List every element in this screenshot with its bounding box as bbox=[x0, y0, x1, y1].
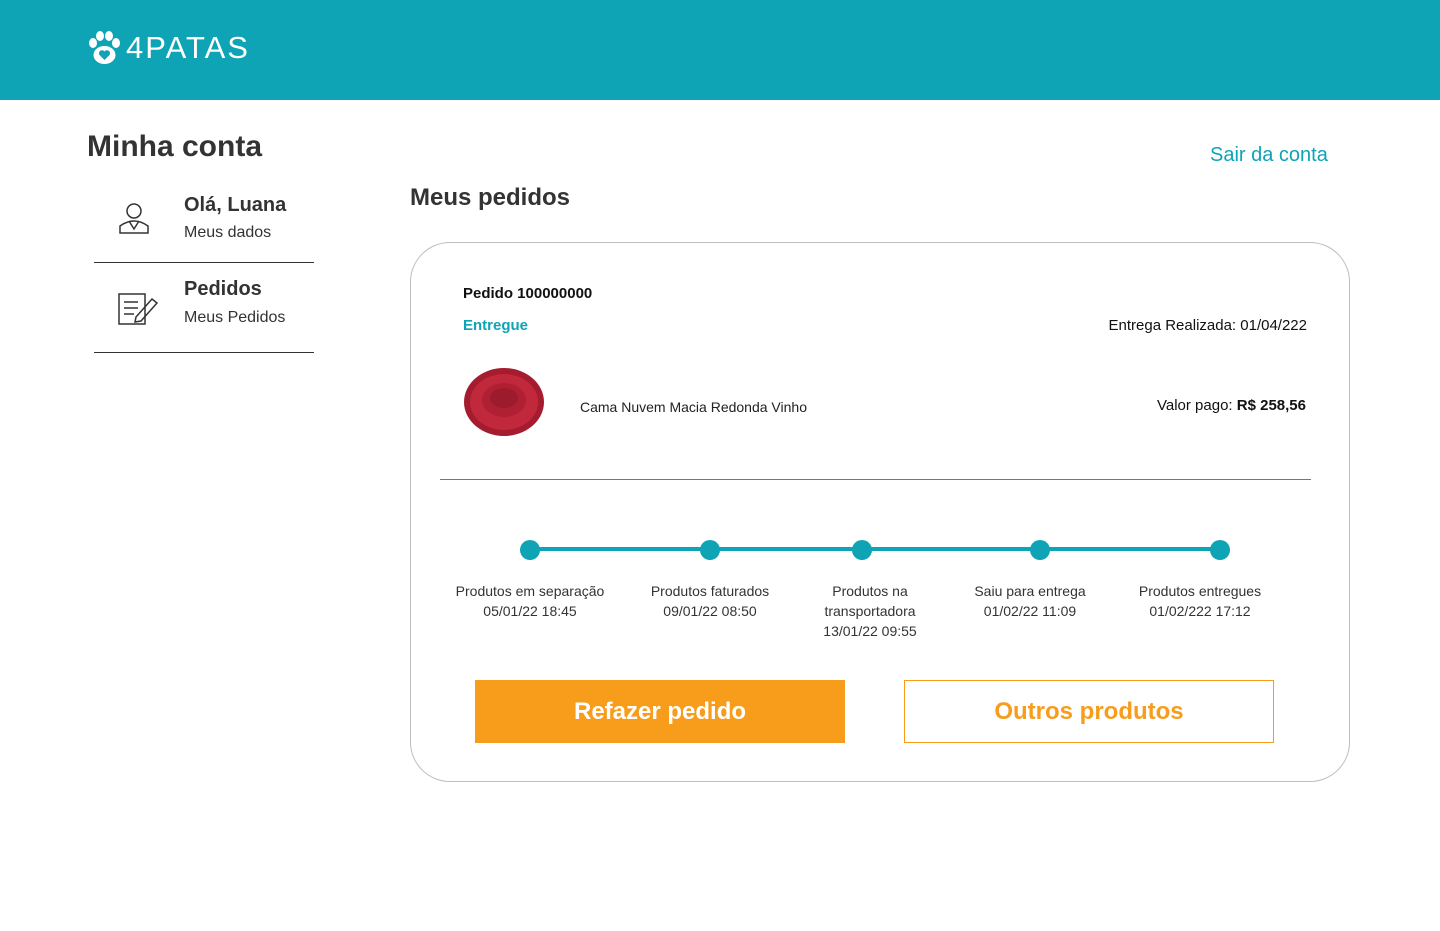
tracking-step-text: Saiu para entrega bbox=[974, 583, 1086, 599]
user-icon bbox=[119, 203, 149, 234]
tracking-step-text: Produtos entregues bbox=[1138, 583, 1262, 599]
logo[interactable]: 4PATAS bbox=[86, 30, 250, 66]
delivery-date: Entrega Realizada: 01/04/222 bbox=[1108, 317, 1307, 334]
tracking-step-date: 09/01/22 08:50 bbox=[663, 603, 757, 619]
order-status: Entregue bbox=[463, 317, 529, 334]
tracking-step-date: 01/02/222 17:12 bbox=[1149, 603, 1251, 619]
logo-text: 4PATAS bbox=[126, 30, 250, 65]
product-image[interactable] bbox=[463, 365, 545, 437]
tracking-step: Produtos entregues 01/02/222 17:12 bbox=[1110, 581, 1290, 621]
sidebar-item-subtitle: Meus Pedidos bbox=[184, 309, 286, 326]
paid-label: Valor pago: bbox=[1156, 397, 1233, 414]
reorder-button[interactable]: Refazer pedido bbox=[475, 680, 845, 743]
tracking-dot bbox=[700, 540, 720, 560]
sidebar-item-profile[interactable]: Olá, Luana Meus dados bbox=[94, 188, 314, 263]
sidebar-item-subtitle: Meus dados bbox=[184, 224, 272, 241]
sidebar-item-title: Pedidos bbox=[184, 278, 262, 300]
order-card: Pedido 100000000 Entregue Entrega Realiz… bbox=[410, 242, 1350, 782]
divider bbox=[440, 479, 1311, 480]
tracking-step-text: Produtos em separação bbox=[455, 583, 605, 599]
order-number: Pedido 100000000 bbox=[463, 285, 593, 302]
tracking-dot bbox=[1030, 540, 1050, 560]
tracking-line bbox=[530, 547, 1220, 551]
tracking-step-text: Produtos faturados bbox=[650, 583, 770, 599]
paid-value: Valor pago: R$ 258,56 bbox=[1157, 397, 1306, 414]
tracking-step: Produtos faturados 09/01/22 08:50 bbox=[620, 581, 800, 621]
page-title: Minha conta bbox=[87, 130, 263, 163]
tracking-dot bbox=[852, 540, 872, 560]
logout-link[interactable]: Sair da conta bbox=[1210, 144, 1328, 167]
tracking-step: Saiu para entrega 01/02/22 11:09 bbox=[940, 581, 1120, 621]
tracking-step: Produtos na transportadora 13/01/22 09:5… bbox=[780, 581, 960, 641]
paid-amount: R$ 258,56 bbox=[1236, 397, 1306, 414]
tracking-step-date: 01/02/22 11:09 bbox=[983, 603, 1077, 619]
sidebar-item-orders[interactable]: Pedidos Meus Pedidos bbox=[94, 273, 314, 353]
tracking-step: Produtos em separação 05/01/22 18:45 bbox=[440, 581, 620, 621]
tracking-dot bbox=[1210, 540, 1230, 560]
tracking-dot bbox=[520, 540, 540, 560]
order-edit-icon bbox=[118, 293, 159, 325]
paw-heart-icon bbox=[89, 31, 120, 64]
tracking-step-text: Produtos na bbox=[832, 583, 908, 599]
sidebar-item-title: Olá, Luana bbox=[184, 194, 287, 216]
top-header: 4PATAS bbox=[0, 0, 1440, 100]
product-name: Cama Nuvem Macia Redonda Vinho bbox=[580, 399, 807, 415]
tracking-step-text: transportadora bbox=[824, 603, 916, 619]
tracking-step-date: 05/01/22 18:45 bbox=[483, 603, 577, 619]
other-products-button[interactable]: Outros produtos bbox=[904, 680, 1274, 743]
orders-title: Meus pedidos bbox=[410, 184, 571, 211]
tracking-step-date: 13/01/22 09:55 bbox=[823, 623, 917, 639]
